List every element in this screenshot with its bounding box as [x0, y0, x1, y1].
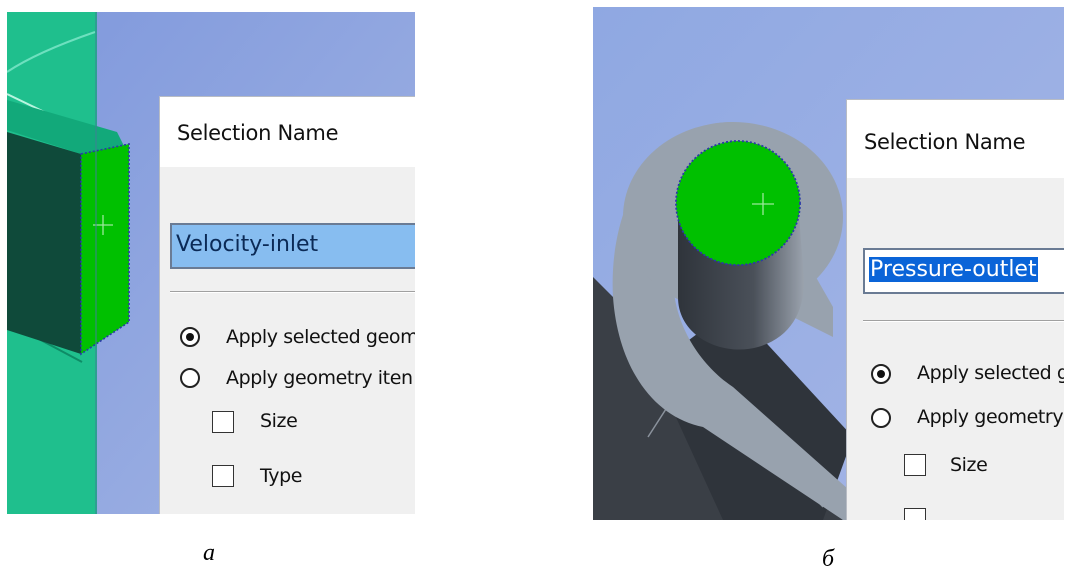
dialog-body: Pressure-outlet Apply selected g Apply g… — [847, 178, 1064, 520]
selection-name-dialog: Selection Name Velocity-inlet Apply sele… — [159, 96, 415, 514]
size-label: Size — [950, 454, 988, 476]
screenshot-b: Selection Name Pressure-outlet Apply sel… — [593, 7, 1064, 520]
apply-geometry-radio[interactable] — [871, 408, 891, 428]
separator — [170, 291, 415, 293]
caption-a: a — [203, 540, 215, 566]
caption-b: б — [822, 546, 835, 572]
apply-selected-label: Apply selected geom — [226, 326, 415, 348]
size-checkbox[interactable] — [212, 411, 234, 433]
dialog-body: Velocity-inlet Apply selected geom Apply… — [160, 167, 415, 514]
type-label: Type — [260, 465, 303, 487]
apply-geometry-label: Apply geometry iten — [226, 367, 413, 389]
separator — [863, 320, 1064, 322]
apply-selected-radio[interactable] — [871, 364, 891, 384]
selection-name-dialog: Selection Name Pressure-outlet Apply sel… — [846, 99, 1064, 520]
screenshot-a: Selection Name Velocity-inlet Apply sele… — [7, 12, 415, 514]
apply-geometry-label: Apply geometry — [917, 406, 1064, 428]
selected-inlet-face — [80, 143, 130, 356]
dialog-title: Selection Name — [864, 130, 1026, 154]
selection-name-input[interactable]: Pressure-outlet — [863, 248, 1064, 294]
selected-outlet-face — [675, 140, 801, 266]
block-side-face — [7, 132, 81, 354]
type-checkbox[interactable] — [904, 508, 926, 520]
selection-name-input[interactable]: Velocity-inlet — [170, 223, 415, 269]
size-checkbox[interactable] — [904, 454, 926, 476]
apply-geometry-radio[interactable] — [180, 368, 200, 388]
apply-selected-label: Apply selected g — [917, 362, 1064, 384]
size-label: Size — [260, 410, 298, 432]
selected-text: Pressure-outlet — [869, 257, 1038, 282]
type-checkbox[interactable] — [212, 465, 234, 487]
apply-selected-radio[interactable] — [180, 327, 200, 347]
dialog-title: Selection Name — [177, 121, 339, 145]
